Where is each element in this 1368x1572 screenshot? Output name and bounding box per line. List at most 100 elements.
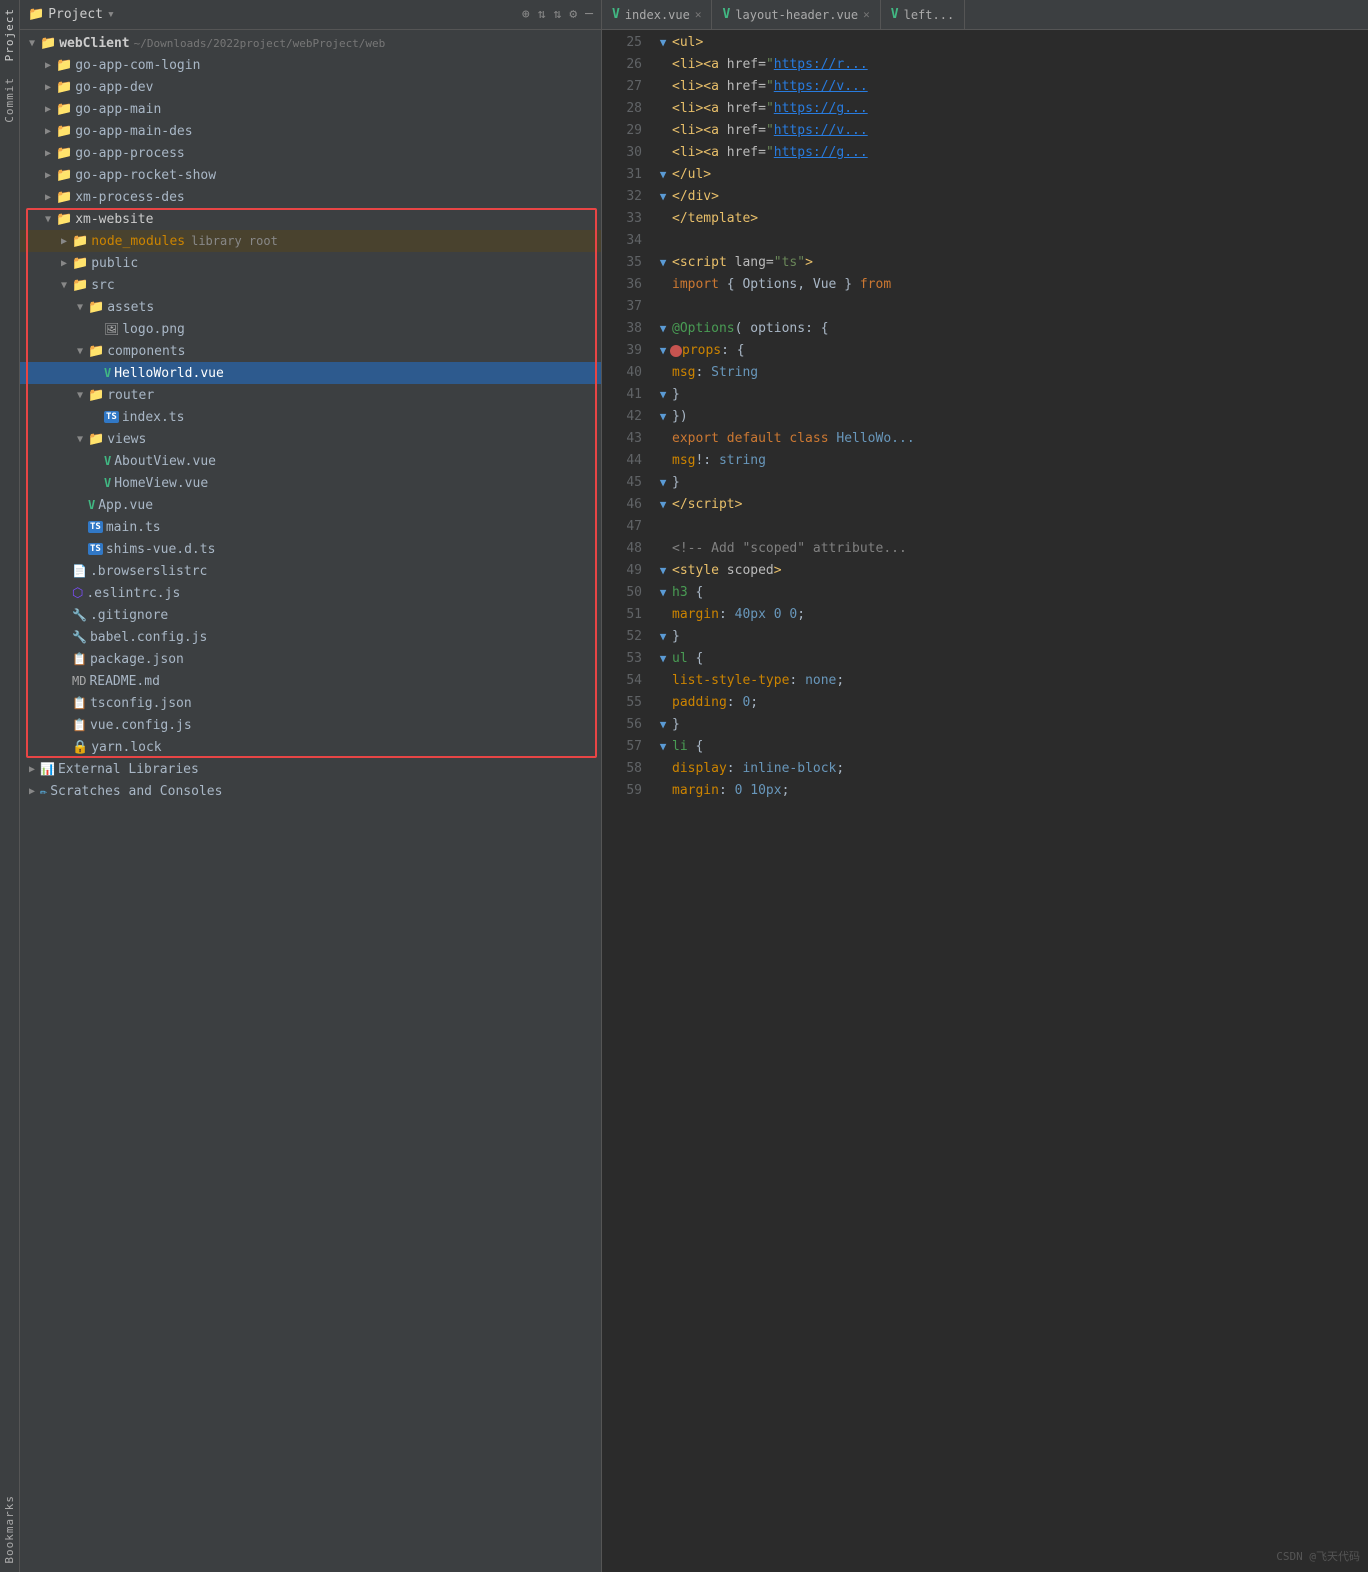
text-file-icon: 📄: [72, 564, 87, 578]
tab-layout-header[interactable]: V layout-header.vue ✕: [712, 0, 880, 29]
list-item[interactable]: ▼ 📁 src: [20, 274, 601, 296]
minimize-icon[interactable]: ─: [585, 7, 593, 22]
code-line: [654, 296, 1368, 318]
expand-arrow[interactable]: ▶: [56, 258, 72, 269]
tree-root[interactable]: ▼ 📁 webClient ~/Downloads/2022project/we…: [20, 32, 601, 54]
expand-arrow[interactable]: ▶: [40, 60, 56, 71]
code-line: import { Options, Vue } from: [654, 274, 1368, 296]
list-item[interactable]: V HelloWorld.vue: [20, 362, 601, 384]
settings-icon[interactable]: ⚙: [569, 7, 577, 22]
list-item[interactable]: ▶ ✏ Scratches and Consoles: [20, 780, 601, 802]
collapse-all-icon[interactable]: ⇅: [538, 7, 546, 22]
list-item[interactable]: ▶ 📁 go-app-rocket-show: [20, 164, 601, 186]
list-item[interactable]: V HomeView.vue: [20, 472, 601, 494]
code-line: ▼ }: [654, 472, 1368, 494]
list-item[interactable]: ▶ 📁 go-app-process: [20, 142, 601, 164]
fold-gutter[interactable]: ▼: [654, 582, 672, 604]
sidebar-label-commit[interactable]: Commit: [3, 69, 16, 131]
expand-arrow[interactable]: ▶: [40, 192, 56, 203]
list-item[interactable]: 📋 vue.config.js: [20, 714, 601, 736]
list-item[interactable]: TS index.ts: [20, 406, 601, 428]
root-expand-arrow[interactable]: ▼: [24, 38, 40, 49]
fold-gutter[interactable]: ▼: [654, 626, 672, 648]
list-item[interactable]: 📋 package.json: [20, 648, 601, 670]
tab-close-button[interactable]: ✕: [863, 8, 870, 21]
expand-arrow[interactable]: ▼: [72, 302, 88, 313]
list-item[interactable]: ▶ 📁 go-app-com-login: [20, 54, 601, 76]
list-item[interactable]: MD README.md: [20, 670, 601, 692]
list-item[interactable]: 🔧 .gitignore: [20, 604, 601, 626]
fold-gutter[interactable]: ▼: [654, 252, 672, 274]
fold-gutter[interactable]: ▼: [654, 384, 672, 406]
fold-gutter[interactable]: ▼: [654, 186, 672, 208]
tab-index-vue[interactable]: V index.vue ✕: [602, 0, 712, 29]
fold-gutter[interactable]: ▼: [654, 648, 672, 670]
sidebar-label-bookmarks[interactable]: Bookmarks: [3, 1487, 16, 1572]
list-item[interactable]: 📄 .browserslistrc: [20, 560, 601, 582]
expand-arrow[interactable]: ▶: [40, 82, 56, 93]
expand-arrow[interactable]: ▶: [56, 236, 72, 247]
tab-close-button[interactable]: ✕: [695, 8, 702, 21]
list-item[interactable]: 🔒 yarn.lock: [20, 736, 601, 758]
list-item[interactable]: ▶ 📊 External Libraries: [20, 758, 601, 780]
file-tree-panel: 📁 Project ▾ ⊕ ⇅ ⇅ ⚙ ─ ▼ 📁 webClient ~/Do…: [20, 0, 602, 1572]
expand-arrow[interactable]: ▶: [40, 170, 56, 181]
fold-gutter[interactable]: ▼: [654, 472, 672, 494]
dropdown-arrow[interactable]: ▾: [107, 7, 115, 22]
expand-arrow[interactable]: ▶: [24, 786, 40, 797]
expand-arrow[interactable]: ▼: [72, 346, 88, 357]
fold-gutter[interactable]: ▼: [654, 560, 672, 582]
fold-gutter[interactable]: ▼: [654, 494, 672, 516]
list-item[interactable]: ▶ 📁 go-app-dev: [20, 76, 601, 98]
code-text: ul {: [672, 648, 1368, 670]
list-item[interactable]: ▼ 📁 xm-website: [20, 208, 601, 230]
tab-label: left...: [904, 8, 955, 22]
fold-gutter[interactable]: ▼: [654, 164, 672, 186]
expand-all-icon[interactable]: ⇅: [554, 7, 562, 22]
expand-arrow[interactable]: ▶: [40, 104, 56, 115]
list-item[interactable]: ▶ 📁 public: [20, 252, 601, 274]
file-name: public: [91, 256, 138, 271]
code-area: ▼ <ul> <li><a href="https://r... <li><a …: [650, 30, 1368, 1572]
tab-left[interactable]: V left...: [881, 0, 965, 29]
list-item[interactable]: V AboutView.vue: [20, 450, 601, 472]
list-item[interactable]: ▶ 📁 go-app-main: [20, 98, 601, 120]
list-item[interactable]: ▼ 📁 router: [20, 384, 601, 406]
list-item[interactable]: ▼ 📁 assets: [20, 296, 601, 318]
watermark: CSDN @飞天代码: [1276, 1548, 1360, 1564]
file-name: HelloWorld.vue: [114, 366, 224, 381]
fold-gutter[interactable]: ▼: [654, 736, 672, 758]
list-item[interactable]: 🖼 logo.png: [20, 318, 601, 340]
panel-title[interactable]: 📁 Project ▾: [28, 7, 115, 22]
expand-arrow[interactable]: ▶: [24, 764, 40, 775]
list-item[interactable]: ▶ 📁 xm-process-des: [20, 186, 601, 208]
expand-arrow[interactable]: ▶: [40, 148, 56, 159]
file-name: App.vue: [98, 498, 153, 513]
fold-gutter[interactable]: ▼: [654, 406, 672, 428]
list-item[interactable]: 🔧 babel.config.js: [20, 626, 601, 648]
folder-icon: 📁: [56, 102, 72, 117]
list-item[interactable]: TS shims-vue.d.ts: [20, 538, 601, 560]
sidebar-label-project[interactable]: Project: [3, 0, 16, 69]
list-item[interactable]: ▼ 📁 components: [20, 340, 601, 362]
fold-gutter[interactable]: ▼: [654, 32, 672, 54]
list-item[interactable]: 📋 tsconfig.json: [20, 692, 601, 714]
expand-arrow[interactable]: ▼: [72, 434, 88, 445]
expand-arrow[interactable]: ▼: [40, 214, 56, 225]
fold-gutter[interactable]: ▼: [654, 714, 672, 736]
list-item[interactable]: V App.vue: [20, 494, 601, 516]
list-item[interactable]: TS main.ts: [20, 516, 601, 538]
code-text: msg: String: [672, 362, 1368, 384]
list-item[interactable]: ⬡ .eslintrc.js: [20, 582, 601, 604]
list-item[interactable]: ▼ 📁 views: [20, 428, 601, 450]
list-item[interactable]: ▶ 📁 node_modules library root: [20, 230, 601, 252]
expand-arrow[interactable]: ▶: [40, 126, 56, 137]
code-line: <li><a href="https://r...: [654, 54, 1368, 76]
list-item[interactable]: ▶ 📁 go-app-main-des: [20, 120, 601, 142]
scope-icon[interactable]: ⊕: [522, 7, 530, 22]
expand-arrow[interactable]: ▼: [56, 280, 72, 291]
expand-arrow[interactable]: ▼: [72, 390, 88, 401]
fold-gutter[interactable]: ▼: [654, 318, 672, 340]
code-text: @Options( options: {: [672, 318, 1368, 340]
code-text: msg!: string: [672, 450, 1368, 472]
